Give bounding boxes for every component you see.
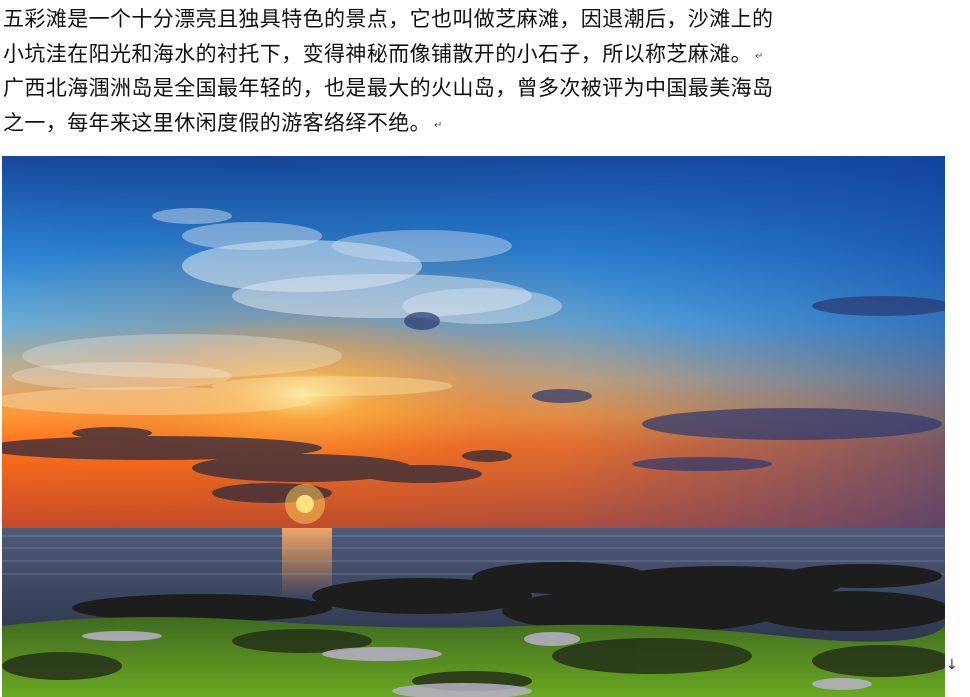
paragraph-mark-icon: ↵	[434, 119, 443, 131]
end-mark-icon: ↓	[946, 657, 958, 673]
document-text: 五彩滩是一个十分漂亮且独具特色的景点，它也叫做芝麻滩，因退潮后，沙滩上的 小坑洼…	[3, 2, 969, 140]
paragraph-mark-icon: ↵	[755, 50, 764, 62]
sunset-beach-photo[interactable]	[2, 156, 945, 697]
text-line: 之一，每年来这里休闲度假的游客络绎不绝。 ↵	[3, 110, 443, 135]
text-line: 五彩滩是一个十分漂亮且独具特色的景点，它也叫做芝麻滩，因退潮后，沙滩上的	[3, 7, 774, 31]
photo-illustration	[2, 156, 945, 697]
text-line: 广西北海涠洲岛是全国最年轻的，也是最大的火山岛，曾多次被评为中国最美海岛	[3, 76, 774, 100]
text-line: 小坑洼在阳光和海水的衬托下，变得神秘而像铺散开的小石子，所以称芝麻滩。 ↵	[3, 41, 764, 66]
